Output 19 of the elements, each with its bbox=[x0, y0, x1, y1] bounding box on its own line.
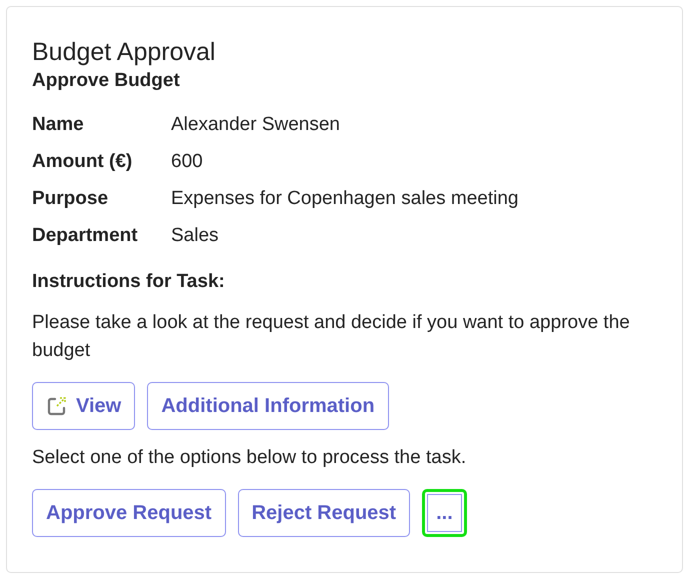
field-label: Amount (€) bbox=[32, 150, 134, 174]
prompt-text: Select one of the options below to process the task. bbox=[32, 446, 468, 470]
card-subtitle: Approve Budget bbox=[32, 69, 181, 93]
field-label: Name bbox=[32, 113, 85, 137]
action-button[interactable]: Reject Request bbox=[238, 489, 410, 537]
field-label: Department bbox=[32, 224, 139, 248]
instructions-text: Please take a look at the request and decide if you want to approve the budget bbox=[32, 311, 631, 363]
field-value: Expenses for Copenhagen sales meeting bbox=[171, 187, 520, 211]
open-icon bbox=[46, 395, 68, 417]
field-label: Purpose bbox=[32, 187, 110, 211]
field-value: Sales bbox=[171, 224, 220, 248]
field-value: Alexander Swensen bbox=[171, 113, 341, 137]
card-title: Budget Approval bbox=[32, 37, 216, 67]
field-value: 600 bbox=[171, 150, 204, 174]
action-button[interactable]: Approve Request bbox=[32, 489, 226, 537]
instructions-heading: Instructions for Task: bbox=[32, 270, 226, 294]
action-button[interactable]: ... bbox=[422, 489, 467, 537]
link-button[interactable]: View bbox=[32, 382, 136, 430]
link-button[interactable]: Additional Information bbox=[147, 382, 389, 430]
